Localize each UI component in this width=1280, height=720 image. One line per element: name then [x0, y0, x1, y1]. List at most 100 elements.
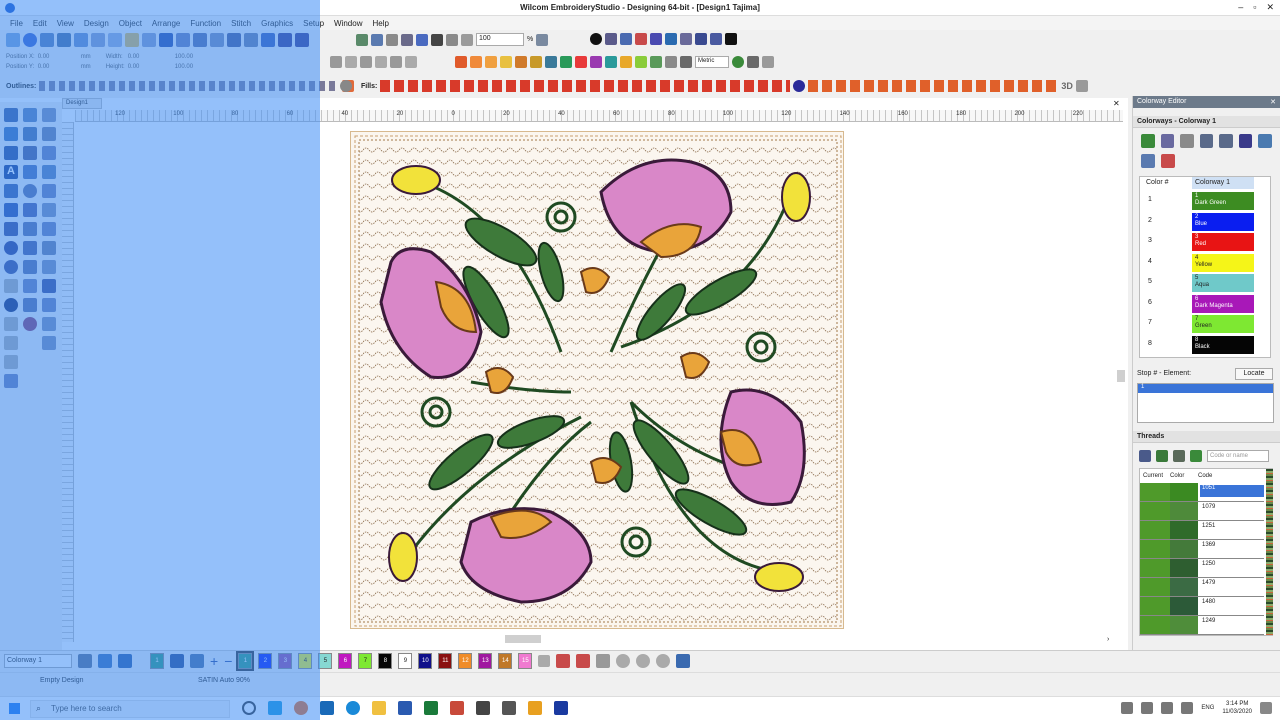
colorway-swatch[interactable]: 7 Green	[1192, 315, 1254, 333]
new-file-icon[interactable]	[108, 33, 122, 47]
weld-icon[interactable]	[42, 146, 56, 160]
split-2-icon[interactable]	[4, 355, 18, 369]
notifications-icon[interactable]	[1260, 702, 1272, 714]
width-value[interactable]: 0.00	[128, 54, 172, 60]
motif-icon[interactable]	[515, 56, 527, 68]
flower-tool-icon[interactable]	[23, 317, 37, 331]
menu-graphics[interactable]: Graphics	[261, 19, 293, 28]
split-icon[interactable]	[4, 317, 18, 331]
appliqué-icon[interactable]	[545, 56, 557, 68]
embroidery-design[interactable]	[350, 131, 844, 629]
fill-moon-icon[interactable]	[793, 80, 806, 92]
taskbar-search-box[interactable]: Type here to search	[30, 700, 230, 718]
colorway-menu-icon[interactable]	[78, 654, 92, 668]
remove-color-icon[interactable]: −	[224, 653, 232, 669]
edit-colorway-icon[interactable]	[1160, 134, 1175, 148]
scroll-right-icon[interactable]: ›	[1107, 636, 1109, 643]
monogram-icon[interactable]	[650, 56, 662, 68]
angle-tool-icon[interactable]	[42, 317, 56, 331]
language-indicator[interactable]: ENG	[1201, 705, 1214, 711]
flip-icon[interactable]	[375, 56, 387, 68]
wilcom-icon[interactable]	[23, 33, 37, 47]
add-color-icon[interactable]: +	[210, 653, 218, 669]
thread-chart-icon[interactable]	[1141, 154, 1155, 168]
camera-icon[interactable]	[605, 33, 617, 45]
cut-icon[interactable]	[227, 33, 241, 47]
thread-list-icon[interactable]	[1139, 450, 1151, 462]
menu-view[interactable]: View	[57, 19, 74, 28]
undo-icon[interactable]	[278, 33, 292, 47]
measure-icon[interactable]	[732, 56, 744, 68]
colorway-row[interactable]: 8 8 Black	[1140, 335, 1272, 355]
outlook-icon[interactable]	[320, 701, 334, 715]
thread-row[interactable]: 1079	[1140, 502, 1264, 521]
menu-edit[interactable]: Edit	[33, 19, 47, 28]
colorway-select[interactable]: Colorway 1	[4, 654, 72, 668]
person-icon[interactable]	[386, 33, 398, 46]
height-percent[interactable]: 100.00	[175, 64, 219, 70]
fit-icon[interactable]	[536, 33, 549, 46]
color-list-icon[interactable]	[556, 654, 571, 668]
gear-tool-icon[interactable]	[42, 279, 56, 293]
swatch-12[interactable]: 12	[458, 653, 473, 669]
powerpoint-icon[interactable]	[450, 701, 464, 715]
circle-icon-2[interactable]	[636, 654, 651, 668]
palette-scroll-icon[interactable]	[538, 655, 551, 667]
colorway-swatch[interactable]: 4 Yellow	[1192, 253, 1254, 272]
swatch-14[interactable]: 14	[498, 653, 513, 669]
zoom-input[interactable]: 100	[476, 33, 524, 46]
file-explorer-icon[interactable]	[372, 701, 386, 715]
colorway-row[interactable]: 1 1 Dark Green	[1140, 191, 1272, 211]
home-icon[interactable]	[6, 33, 20, 47]
swatch-11[interactable]: 11	[438, 653, 453, 669]
arc-icon[interactable]	[23, 260, 37, 274]
remove-colorway-icon[interactable]	[1180, 134, 1194, 148]
calculator-icon[interactable]	[502, 701, 516, 715]
pen-color-icon[interactable]	[170, 654, 184, 668]
needle-icon[interactable]	[401, 33, 413, 46]
shape-tool-icon[interactable]	[23, 203, 37, 217]
menu-setup[interactable]: Setup	[303, 19, 324, 28]
column-icon[interactable]	[23, 222, 37, 236]
link-icon[interactable]	[23, 146, 37, 160]
circle-icon-3[interactable]	[656, 654, 671, 668]
minimize-button[interactable]: –	[1238, 2, 1243, 13]
colorway-row[interactable]: 3 3 Red	[1140, 232, 1272, 252]
film-icon[interactable]	[725, 33, 737, 45]
mirror-icon[interactable]	[360, 56, 372, 68]
polygon-icon[interactable]	[42, 184, 56, 198]
table-icon[interactable]	[665, 33, 677, 45]
node-icon[interactable]	[23, 127, 37, 141]
thread-row[interactable]: 1251	[1140, 521, 1264, 540]
swatch-3[interactable]: 3	[278, 653, 293, 669]
add-colorway-icon[interactable]	[1141, 134, 1155, 148]
save-as-icon[interactable]	[176, 33, 190, 47]
frame-icon[interactable]	[676, 654, 691, 668]
thread-row[interactable]: 1249	[1140, 616, 1264, 635]
sphere-icon[interactable]	[23, 298, 37, 312]
tshirt-icon[interactable]	[590, 56, 602, 68]
reshape-icon[interactable]	[42, 108, 56, 122]
volume-icon[interactable]	[1161, 702, 1174, 714]
fill-types-strip[interactable]	[380, 80, 791, 92]
thread-palette-strip[interactable]	[1266, 469, 1273, 635]
firefox-icon[interactable]	[294, 701, 308, 715]
colorway-swatch[interactable]: 6 Dark Magenta	[1192, 294, 1254, 313]
horizontal-scrollbar-thumb[interactable]	[505, 635, 541, 643]
color-bars-icon[interactable]	[1161, 154, 1175, 168]
thread-row[interactable]: 1250	[1140, 559, 1264, 578]
redo-icon[interactable]	[295, 33, 309, 47]
bend-icon[interactable]	[42, 260, 56, 274]
blank-icon[interactable]	[4, 279, 18, 293]
lasso-icon[interactable]	[23, 108, 37, 122]
digitize-icon[interactable]	[4, 222, 18, 236]
folder-icon[interactable]	[142, 33, 156, 47]
swatch-6[interactable]: 6	[338, 653, 353, 669]
fill-more-icon[interactable]	[1075, 80, 1088, 92]
grid-color-icon[interactable]	[98, 654, 112, 668]
wave-icon[interactable]	[23, 279, 37, 293]
hoop-icon[interactable]	[371, 33, 383, 46]
tshirt-color-icon[interactable]	[118, 654, 132, 668]
bezier-icon[interactable]	[4, 146, 18, 160]
height-value[interactable]: 0.00	[128, 64, 172, 70]
